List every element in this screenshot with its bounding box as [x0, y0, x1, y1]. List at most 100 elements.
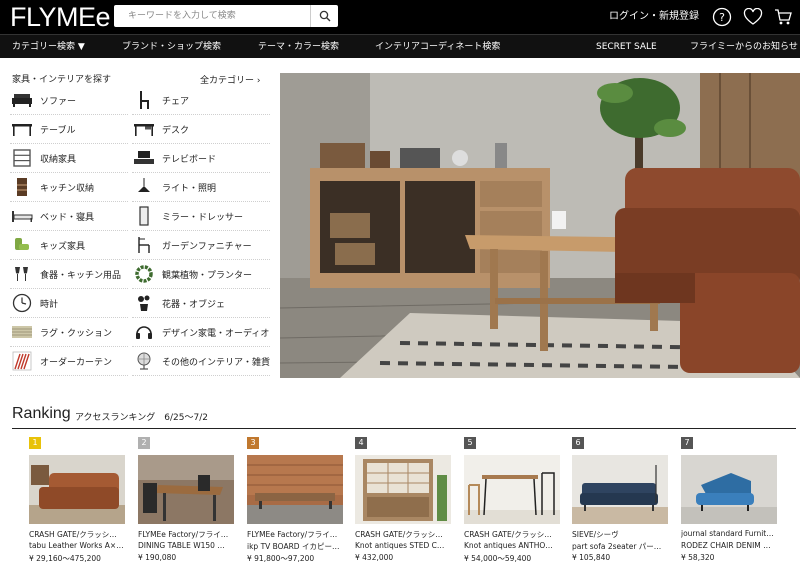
- heart-icon[interactable]: [742, 6, 764, 28]
- category-label: その他のインテリア・雑貨: [162, 357, 271, 368]
- category-label: 時計: [40, 299, 59, 310]
- category-label: デザイン家電・オーディオ: [162, 328, 270, 339]
- dining-table-photo: [138, 455, 234, 524]
- glasses-icon: [10, 264, 34, 284]
- site-logo[interactable]: FLYMEe: [10, 2, 111, 32]
- rank-badge: 6: [572, 437, 584, 449]
- product-brand: journal standard Furnit…: [681, 529, 774, 538]
- product-brand: FLYMEe Factory/フライ…: [247, 530, 338, 539]
- product-brand: CRASH GATE/クラッシ…: [464, 530, 552, 539]
- nav-category-search[interactable]: カテゴリー検索 ▼: [12, 41, 85, 53]
- garden-chair-icon: [132, 235, 156, 255]
- category-label: 観葉植物・プランター: [162, 270, 253, 281]
- login-link[interactable]: ログイン・新規登録: [609, 10, 699, 24]
- nav-news[interactable]: フライミーからのお知らせ: [690, 41, 798, 53]
- category-label: キッズ家具: [40, 241, 86, 252]
- product-brand: FLYMEe Factory/フライ…: [138, 530, 229, 539]
- main-nav: カテゴリー検索 ▼ ブランド・ショップ検索 テーマ・カラー検索 インテリアコーデ…: [0, 34, 800, 58]
- category-kids[interactable]: キッズ家具: [10, 231, 128, 260]
- category-garden[interactable]: ガーデンファニチャー: [132, 231, 270, 260]
- product-name: tabu Leather Works A×…: [29, 541, 124, 550]
- tv-board-photo: [247, 455, 343, 524]
- category-label: テーブル: [40, 125, 76, 136]
- product-price: ¥ 432,000: [355, 553, 394, 562]
- nav-theme-search[interactable]: テーマ・カラー検索: [258, 41, 339, 53]
- all-categories-link[interactable]: 全カテゴリー ›: [200, 73, 261, 86]
- svg-text:?: ?: [719, 11, 725, 24]
- ranking-title: Ranking: [12, 405, 71, 422]
- help-icon[interactable]: ?: [711, 6, 733, 28]
- bed-icon: [10, 206, 34, 226]
- category-mirror[interactable]: ミラー・ドレッサー: [132, 202, 270, 231]
- category-tv-board[interactable]: テレビボード: [132, 144, 270, 173]
- category-label: オーダーカーテン: [40, 357, 113, 368]
- search-input[interactable]: [114, 5, 310, 27]
- category-label: ライト・照明: [162, 183, 217, 194]
- rank-badge: 3: [247, 437, 259, 449]
- cart-icon[interactable]: [772, 6, 794, 28]
- blue-sofa-photo: [572, 455, 668, 524]
- nav-secret-sale[interactable]: SECRET SALE: [596, 41, 657, 53]
- category-label: ラグ・クッション: [40, 328, 113, 339]
- chevron-right-icon: ›: [256, 76, 261, 86]
- category-vase[interactable]: 花器・オブジェ: [132, 289, 270, 318]
- category-storage[interactable]: 収納家具: [10, 144, 128, 173]
- hero-banner-image[interactable]: [280, 73, 800, 378]
- nav-coordinate-search[interactable]: インテリアコーディネート検索: [375, 41, 500, 53]
- category-plants[interactable]: 観葉植物・プランター: [132, 260, 270, 289]
- category-curtain[interactable]: オーダーカーテン: [10, 347, 128, 376]
- category-table[interactable]: テーブル: [10, 115, 128, 144]
- leather-sofa-photo: [29, 455, 125, 524]
- category-lighting[interactable]: ライト・照明: [132, 173, 270, 202]
- product-price: ¥ 91,800〜97,200: [247, 554, 315, 563]
- nav-brand-search[interactable]: ブランド・ショップ検索: [122, 41, 221, 53]
- category-label: 収納家具: [40, 154, 77, 165]
- category-audio[interactable]: デザイン家電・オーディオ: [132, 318, 270, 347]
- category-chair[interactable]: チェア: [132, 86, 270, 115]
- kitchen-cabinet-icon: [10, 177, 34, 197]
- rug-icon: [10, 322, 34, 342]
- kids-chair-icon: [10, 235, 34, 255]
- product-price: ¥ 29,160〜475,200: [29, 554, 101, 563]
- globe-icon: [132, 351, 156, 371]
- product-brand: CRASH GATE/クラッシ…: [355, 530, 443, 539]
- search-button[interactable]: [310, 5, 338, 27]
- category-clock[interactable]: 時計: [10, 289, 128, 318]
- category-sofa[interactable]: ソファー: [10, 86, 128, 115]
- category-label: デスク: [162, 125, 190, 136]
- category-rug[interactable]: ラグ・クッション: [10, 318, 128, 347]
- product-name: RODEZ CHAIR DENIM …: [681, 541, 771, 550]
- rank-badge: 1: [29, 437, 41, 449]
- category-label: キッチン収納: [40, 183, 95, 194]
- cupboard-photo: [355, 455, 451, 524]
- mirror-icon: [132, 206, 156, 226]
- headphones-icon: [132, 322, 156, 342]
- table-icon: [10, 119, 34, 139]
- category-bed[interactable]: ベッド・寝具: [10, 202, 128, 231]
- category-kitchen-storage[interactable]: キッチン収納: [10, 173, 128, 202]
- rank-badge: 7: [681, 437, 693, 449]
- ranking-subtitle: アクセスランキング 6/25〜7/2: [75, 413, 208, 423]
- vase-icon: [132, 293, 156, 313]
- rank-badge: 2: [138, 437, 150, 449]
- top-header: FLYMEe ログイン・新規登録 ?: [0, 0, 800, 34]
- denim-chair-photo: [681, 455, 777, 524]
- product-price: ¥ 190,080: [138, 553, 177, 562]
- category-tableware[interactable]: 食器・キッチン用品: [10, 260, 128, 289]
- lamp-icon: [132, 177, 156, 197]
- category-other[interactable]: その他のインテリア・雑貨: [132, 347, 270, 376]
- product-name: ikp TV BOARD イカピー…: [247, 542, 340, 551]
- rank-badge: 5: [464, 437, 476, 449]
- product-brand: SIEVE/シーヴ: [572, 530, 619, 539]
- category-label: ミラー・ドレッサー: [162, 212, 244, 223]
- category-desk[interactable]: デスク: [132, 115, 270, 144]
- category-label: チェア: [162, 96, 190, 107]
- category-label: 花器・オブジェ: [162, 299, 226, 310]
- all-categories-label: 全カテゴリー: [200, 76, 255, 86]
- product-price: ¥ 54,000〜59,400: [464, 554, 532, 563]
- ranking-divider: [12, 428, 796, 429]
- product-price: ¥ 105,840: [572, 553, 611, 562]
- curtain-icon: [10, 351, 34, 371]
- category-label: ガーデンファニチャー: [162, 241, 252, 252]
- product-name: Knot antiques ANTHO…: [464, 541, 553, 550]
